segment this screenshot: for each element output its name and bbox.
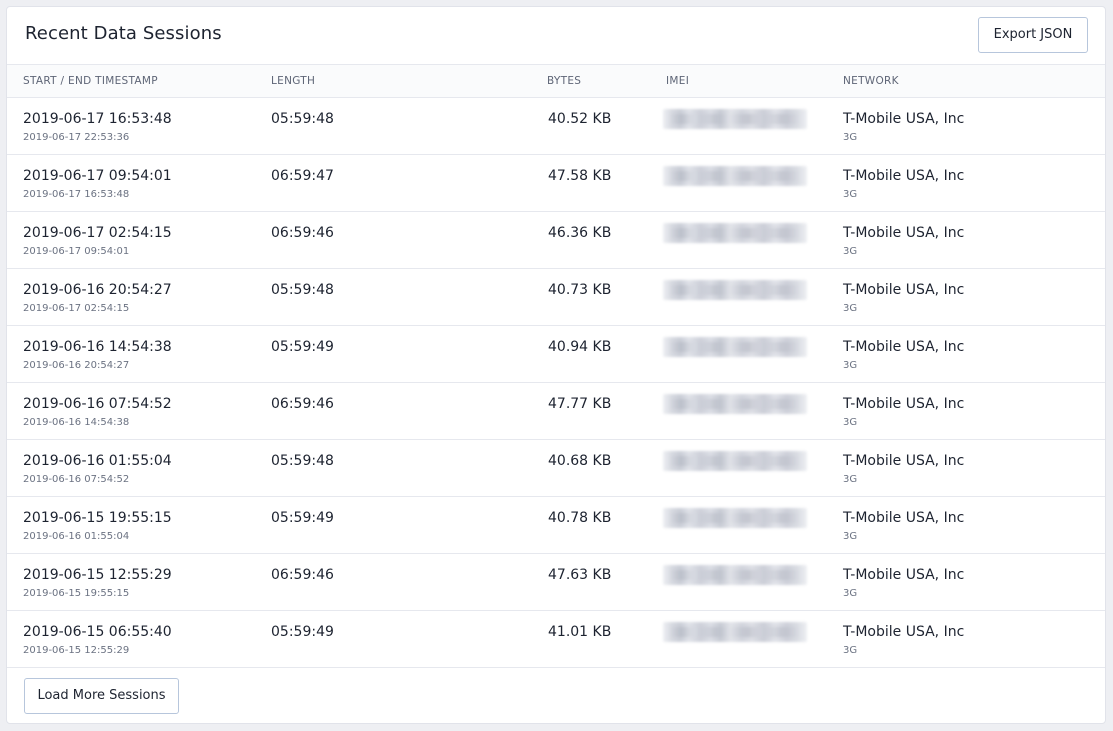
network-name: T-Mobile USA, Inc	[843, 282, 965, 298]
page-title: Recent Data Sessions	[25, 23, 222, 44]
table-row: 2019-06-16 01:55:04 2019-06-16 07:54:52 …	[7, 440, 1105, 497]
network-type: 3G	[843, 588, 858, 599]
imei-redacted	[663, 280, 807, 300]
session-bytes: 40.68 KB	[548, 453, 612, 469]
session-bytes: 40.52 KB	[548, 111, 612, 127]
session-bytes: 41.01 KB	[548, 624, 612, 640]
session-end-timestamp: 2019-06-16 14:54:38	[23, 417, 130, 428]
table-row: 2019-06-16 20:54:27 2019-06-17 02:54:15 …	[7, 269, 1105, 326]
imei-redacted	[663, 166, 807, 186]
session-bytes: 40.73 KB	[548, 282, 612, 298]
network-type: 3G	[843, 417, 858, 428]
column-header-length: LENGTH	[271, 75, 316, 87]
network-type: 3G	[843, 645, 858, 656]
session-length: 06:59:47	[271, 168, 334, 184]
session-end-timestamp: 2019-06-17 16:53:48	[23, 189, 130, 200]
session-bytes: 47.77 KB	[548, 396, 612, 412]
column-header-imei: IMEI	[666, 75, 690, 87]
export-json-button[interactable]: Export JSON	[978, 17, 1088, 53]
network-type: 3G	[843, 189, 858, 200]
session-end-timestamp: 2019-06-15 12:55:29	[23, 645, 130, 656]
session-length: 06:59:46	[271, 396, 334, 412]
session-length: 06:59:46	[271, 225, 334, 241]
network-type: 3G	[843, 303, 858, 314]
session-start-timestamp: 2019-06-17 16:53:48	[23, 111, 172, 127]
session-length: 05:59:49	[271, 510, 334, 526]
load-more-sessions-button[interactable]: Load More Sessions	[24, 678, 179, 714]
session-length: 05:59:48	[271, 111, 334, 127]
session-bytes: 40.78 KB	[548, 510, 612, 526]
session-length: 06:59:46	[271, 567, 334, 583]
session-end-timestamp: 2019-06-16 01:55:04	[23, 531, 130, 542]
table-row: 2019-06-16 07:54:52 2019-06-16 14:54:38 …	[7, 383, 1105, 440]
session-end-timestamp: 2019-06-15 19:55:15	[23, 588, 130, 599]
session-end-timestamp: 2019-06-16 07:54:52	[23, 474, 130, 485]
session-end-timestamp: 2019-06-17 22:53:36	[23, 132, 130, 143]
imei-redacted	[663, 622, 807, 642]
table-row: 2019-06-17 02:54:15 2019-06-17 09:54:01 …	[7, 212, 1105, 269]
session-length: 05:59:48	[271, 453, 334, 469]
network-type: 3G	[843, 132, 858, 143]
session-start-timestamp: 2019-06-16 20:54:27	[23, 282, 172, 298]
table-row: 2019-06-15 19:55:15 2019-06-16 01:55:04 …	[7, 497, 1105, 554]
column-header-timestamp: START / END TIMESTAMP	[23, 75, 158, 87]
session-end-timestamp: 2019-06-17 02:54:15	[23, 303, 130, 314]
network-name: T-Mobile USA, Inc	[843, 339, 965, 355]
card-header: Recent Data Sessions Export JSON	[7, 7, 1105, 65]
imei-redacted	[663, 337, 807, 357]
session-length: 05:59:48	[271, 282, 334, 298]
column-header-network: NETWORK	[843, 75, 899, 87]
table-row: 2019-06-15 06:55:40 2019-06-15 12:55:29 …	[7, 611, 1105, 668]
network-name: T-Mobile USA, Inc	[843, 510, 965, 526]
network-name: T-Mobile USA, Inc	[843, 453, 965, 469]
imei-redacted	[663, 508, 807, 528]
imei-redacted	[663, 223, 807, 243]
session-start-timestamp: 2019-06-16 14:54:38	[23, 339, 172, 355]
data-sessions-card: Recent Data Sessions Export JSON START /…	[6, 6, 1106, 724]
session-start-timestamp: 2019-06-15 19:55:15	[23, 510, 172, 526]
session-start-timestamp: 2019-06-17 02:54:15	[23, 225, 172, 241]
network-name: T-Mobile USA, Inc	[843, 567, 965, 583]
imei-redacted	[663, 451, 807, 471]
sessions-table-body: 2019-06-17 16:53:48 2019-06-17 22:53:36 …	[7, 98, 1105, 668]
session-end-timestamp: 2019-06-16 20:54:27	[23, 360, 130, 371]
network-name: T-Mobile USA, Inc	[843, 396, 965, 412]
table-row: 2019-06-17 16:53:48 2019-06-17 22:53:36 …	[7, 98, 1105, 155]
session-bytes: 47.58 KB	[548, 168, 612, 184]
network-name: T-Mobile USA, Inc	[843, 111, 965, 127]
session-bytes: 46.36 KB	[548, 225, 612, 241]
imei-redacted	[663, 394, 807, 414]
table-row: 2019-06-15 12:55:29 2019-06-15 19:55:15 …	[7, 554, 1105, 611]
card-footer: Load More Sessions	[7, 668, 1105, 723]
column-header-bytes: BYTES	[547, 75, 582, 87]
session-start-timestamp: 2019-06-15 06:55:40	[23, 624, 172, 640]
table-header: START / END TIMESTAMP LENGTH BYTES IMEI …	[7, 65, 1105, 98]
network-name: T-Mobile USA, Inc	[843, 225, 965, 241]
network-type: 3G	[843, 246, 858, 257]
session-end-timestamp: 2019-06-17 09:54:01	[23, 246, 130, 257]
network-type: 3G	[843, 474, 858, 485]
session-bytes: 47.63 KB	[548, 567, 612, 583]
session-bytes: 40.94 KB	[548, 339, 612, 355]
network-name: T-Mobile USA, Inc	[843, 624, 965, 640]
session-start-timestamp: 2019-06-15 12:55:29	[23, 567, 172, 583]
session-length: 05:59:49	[271, 624, 334, 640]
network-type: 3G	[843, 531, 858, 542]
network-type: 3G	[843, 360, 858, 371]
imei-redacted	[663, 109, 807, 129]
network-name: T-Mobile USA, Inc	[843, 168, 965, 184]
table-row: 2019-06-16 14:54:38 2019-06-16 20:54:27 …	[7, 326, 1105, 383]
session-start-timestamp: 2019-06-16 07:54:52	[23, 396, 172, 412]
session-start-timestamp: 2019-06-16 01:55:04	[23, 453, 172, 469]
session-start-timestamp: 2019-06-17 09:54:01	[23, 168, 172, 184]
imei-redacted	[663, 565, 807, 585]
table-row: 2019-06-17 09:54:01 2019-06-17 16:53:48 …	[7, 155, 1105, 212]
session-length: 05:59:49	[271, 339, 334, 355]
